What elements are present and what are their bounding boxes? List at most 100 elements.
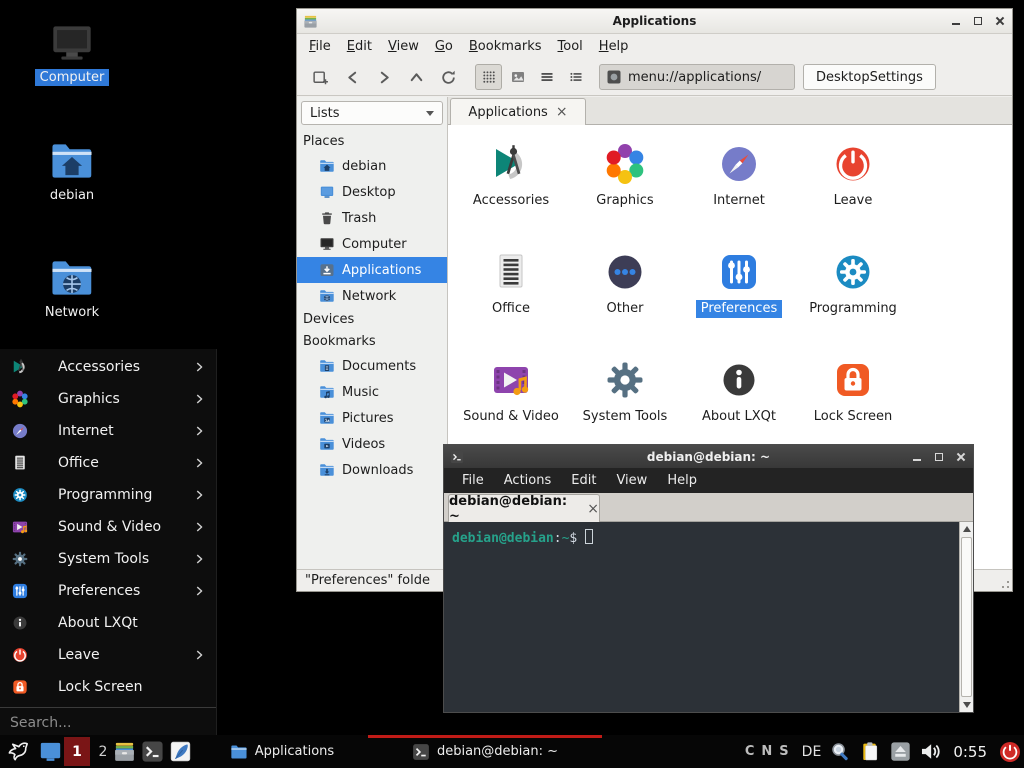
maximize-button[interactable] (933, 451, 945, 463)
menu-bookmarks[interactable]: Bookmarks (461, 36, 550, 57)
terminal-titlebar[interactable]: debian@debian: ~ (444, 445, 973, 468)
sidebar-item-network[interactable]: Network (297, 283, 447, 309)
desktop-icon-debian[interactable]: debian (24, 138, 120, 204)
back-button[interactable] (337, 63, 367, 91)
app-menu-item-sound-video[interactable]: Sound & Video (0, 511, 216, 543)
up-button[interactable] (401, 63, 431, 91)
close-button[interactable] (994, 15, 1006, 27)
terminal-menu-edit[interactable]: Edit (561, 470, 606, 491)
sidebar-header-devices[interactable]: Devices (297, 309, 447, 331)
scroll-up-icon[interactable] (960, 522, 973, 536)
desktop-settings-button[interactable]: DesktopSettings (803, 64, 936, 90)
app-category-lock-screen[interactable]: Lock Screen (796, 349, 910, 453)
scrollbar-thumb[interactable] (961, 537, 972, 697)
maximize-button[interactable] (972, 15, 984, 27)
app-category-other[interactable]: Other (568, 241, 682, 345)
file-manager-launcher[interactable] (113, 740, 136, 763)
sidebar-item-downloads[interactable]: Downloads (297, 457, 447, 483)
keyboard-layout[interactable]: DE (802, 744, 822, 760)
menu-tool[interactable]: Tool (550, 36, 591, 57)
sidebar-item-music[interactable]: Music (297, 379, 447, 405)
app-category-graphics[interactable]: Graphics (568, 133, 682, 237)
sidebar-item-desktop[interactable]: Desktop (297, 179, 447, 205)
path-bar[interactable]: menu://applications/ (599, 64, 795, 90)
menu-view[interactable]: View (380, 36, 427, 57)
file-manager-titlebar[interactable]: Applications (297, 9, 1012, 34)
sidebar-item-debian[interactable]: debian (297, 153, 447, 179)
sidebar-item-computer[interactable]: Computer (297, 231, 447, 257)
sidebar-item-videos[interactable]: Videos (297, 431, 447, 457)
task-terminal[interactable]: debian@debian: ~ (368, 735, 602, 768)
view-grid-button[interactable] (475, 64, 502, 90)
view-compact-button[interactable] (562, 64, 589, 90)
clipboard-icon[interactable] (860, 741, 881, 762)
app-menu-item-accessories[interactable]: Accessories (0, 351, 216, 383)
menu-search-input[interactable]: Search... (0, 708, 216, 737)
close-button[interactable] (955, 451, 967, 463)
tab-close-icon[interactable]: × (587, 501, 599, 517)
forward-button[interactable] (369, 63, 399, 91)
sidebar-item-documents[interactable]: Documents (297, 353, 447, 379)
app-menu-item-about-lxqt[interactable]: About LXQt (0, 607, 216, 639)
view-detailed-button[interactable] (533, 64, 560, 90)
power-button[interactable] (999, 741, 1021, 763)
refresh-button[interactable] (433, 63, 463, 91)
menu-help[interactable]: Help (591, 36, 637, 57)
app-menu-item-internet[interactable]: Internet (0, 415, 216, 447)
minimize-button[interactable] (911, 451, 923, 463)
sidebar-item-trash[interactable]: Trash (297, 205, 447, 231)
app-menu-item-system-tools[interactable]: System Tools (0, 543, 216, 575)
app-menu-item-programming[interactable]: Programming (0, 479, 216, 511)
terminal-menu-view[interactable]: View (606, 470, 657, 491)
desktop-icon-network[interactable]: Network (24, 255, 120, 321)
featherpad-launcher[interactable] (169, 740, 192, 763)
terminal-launcher[interactable] (141, 740, 164, 763)
eject-icon[interactable] (890, 741, 911, 762)
app-menu-item-lock-screen[interactable]: Lock Screen (0, 671, 216, 703)
menu-go[interactable]: Go (427, 36, 461, 57)
resize-grip[interactable] (997, 576, 1009, 588)
workspace-2-button[interactable]: 2 (94, 737, 112, 766)
desktop-icon-computer[interactable]: Computer (24, 20, 120, 86)
app-menu-item-leave[interactable]: Leave (0, 639, 216, 671)
app-category-accessories[interactable]: Accessories (454, 133, 568, 237)
terminal-menu-file[interactable]: File (452, 470, 494, 491)
sidebar-header-bookmarks[interactable]: Bookmarks (297, 331, 447, 353)
menu-file[interactable]: File (301, 36, 339, 57)
app-category-sound-video[interactable]: Sound & Video (454, 349, 568, 453)
lists-dropdown[interactable]: Lists (301, 101, 443, 125)
tab-applications[interactable]: Applications × (450, 98, 586, 125)
app-category-leave[interactable]: Leave (796, 133, 910, 237)
workspace-1-button[interactable]: 1 (64, 737, 90, 766)
minimize-button[interactable] (950, 15, 962, 27)
screenshot-icon[interactable] (830, 741, 851, 762)
app-menu-item-office[interactable]: Office (0, 447, 216, 479)
app-category-label: Internet (708, 192, 770, 210)
sidebar-item-pictures[interactable]: Pictures (297, 405, 447, 431)
app-menu-item-preferences[interactable]: Preferences (0, 575, 216, 607)
app-category-system-tools[interactable]: System Tools (568, 349, 682, 453)
menu-edit[interactable]: Edit (339, 36, 380, 57)
clock[interactable]: 0:55 (953, 743, 987, 761)
app-category-preferences[interactable]: Preferences (682, 241, 796, 345)
new-tab-button[interactable] (305, 63, 335, 91)
task-applications[interactable]: Applications (198, 735, 366, 768)
app-category-office[interactable]: Office (454, 241, 568, 345)
tab-close-icon[interactable]: × (556, 105, 568, 119)
terminal-menu-actions[interactable]: Actions (494, 470, 562, 491)
terminal-menu-help[interactable]: Help (657, 470, 707, 491)
app-menu-item-graphics[interactable]: Graphics (0, 383, 216, 415)
volume-icon[interactable] (920, 741, 941, 762)
terminal-content[interactable]: debian@debian:~$ (444, 522, 973, 712)
start-menu-button[interactable] (5, 738, 32, 765)
scroll-down-icon[interactable] (960, 698, 973, 712)
sidebar-item-applications[interactable]: Applications (297, 257, 447, 283)
app-category-about-lxqt[interactable]: About LXQt (682, 349, 796, 453)
app-category-internet[interactable]: Internet (682, 133, 796, 237)
scrollbar[interactable] (959, 522, 973, 712)
app-category-programming[interactable]: Programming (796, 241, 910, 345)
terminal-tab[interactable]: debian@debian: ~ × (448, 494, 600, 522)
sidebar-header-places[interactable]: Places (297, 131, 447, 153)
view-thumbnail-button[interactable] (504, 64, 531, 90)
show-desktop-button[interactable] (38, 739, 63, 764)
